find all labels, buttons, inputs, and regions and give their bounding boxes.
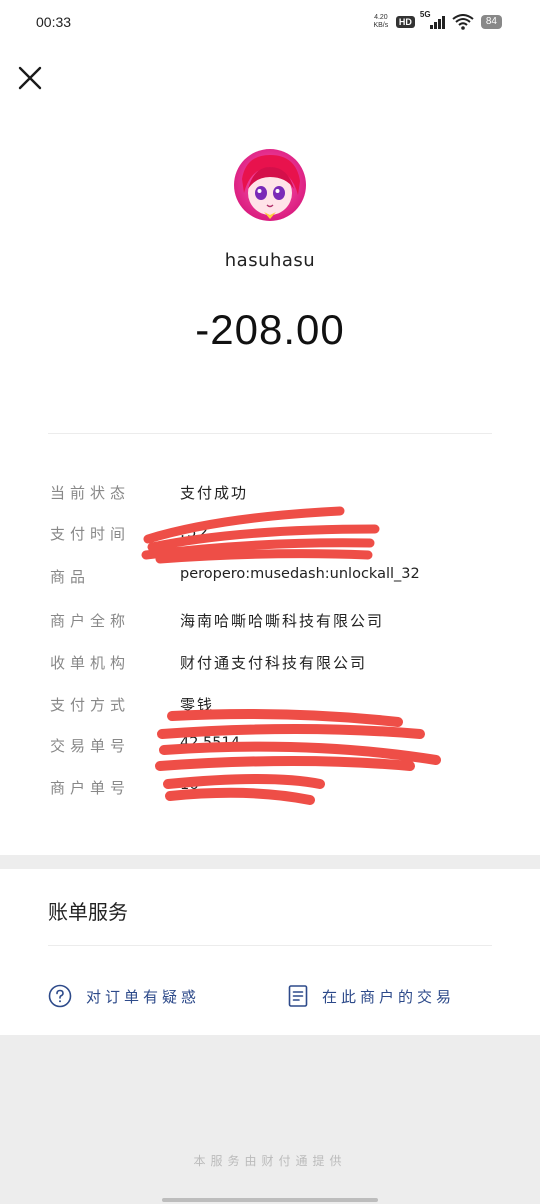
- detail-value: peropero:musedash:unlockall_32: [180, 566, 420, 582]
- status-time: 00:33: [36, 14, 72, 30]
- divider: [48, 433, 492, 434]
- detail-label: 商户单号: [50, 779, 131, 797]
- battery-icon: 84: [480, 15, 502, 29]
- network-type: 5G: [419, 10, 431, 19]
- home-indicator[interactable]: [162, 1198, 378, 1202]
- detail-row-merchant-name: 商户全称 海南哈嘶哈嘶科技有限公司: [50, 604, 490, 634]
- detail-label: 收单机构: [50, 654, 131, 672]
- detail-value: 支付成功: [180, 484, 249, 502]
- network-speed: 4.20 KB/s: [373, 14, 389, 30]
- detail-label: 支付方式: [50, 696, 131, 714]
- detail-value: 海南哈嘶哈嘶科技有限公司: [180, 612, 385, 630]
- question-circle-icon: [48, 984, 72, 1008]
- divider: [48, 945, 492, 946]
- detail-row-pay-time: 支付时间 :52: [50, 517, 490, 547]
- detail-value: 16: [180, 777, 199, 793]
- close-icon: [18, 66, 42, 90]
- detail-value: 42 5514: [180, 735, 240, 751]
- detail-label: 交易单号: [50, 737, 131, 755]
- detail-value: 零钱: [180, 696, 215, 714]
- network-speed-unit: KB/s: [373, 22, 389, 29]
- merchant-transactions-link[interactable]: 在此商户的交易: [288, 981, 455, 1011]
- document-list-icon: [288, 985, 308, 1007]
- merchant-name: hasuhasu: [224, 250, 316, 271]
- detail-value: :52: [180, 523, 211, 541]
- footer-note: 本服务由财付通提供: [193, 1154, 347, 1168]
- wifi-icon: [452, 14, 474, 30]
- detail-row-pay-method: 支付方式 零钱: [50, 688, 490, 718]
- detail-label: 商户全称: [50, 612, 131, 630]
- network-speed-value: 4.20: [374, 14, 388, 21]
- bill-services-card: 账单服务 对订单有疑惑 在此商户的交易: [0, 869, 540, 1035]
- merchant-transactions-label: 在此商户的交易: [322, 987, 456, 1006]
- cellular-signal-icon: 5G: [420, 10, 445, 29]
- detail-label: 商品: [50, 568, 91, 586]
- order-question-label: 对订单有疑惑: [86, 987, 201, 1006]
- status-bar: 00:33 4.20 KB/s HD 5G 84: [0, 0, 540, 44]
- detail-value: 财付通支付科技有限公司: [180, 654, 368, 672]
- detail-row-transaction-id: 交易单号 42 5514: [50, 729, 490, 759]
- services-title: 账单服务: [48, 900, 128, 924]
- detail-label: 当前状态: [50, 484, 131, 502]
- detail-row-product: 商品 peropero:musedash:unlockall_32: [50, 560, 490, 590]
- detail-row-status: 当前状态 支付成功: [50, 476, 490, 506]
- payment-detail-card: hasuhasu -208.00 当前状态 支付成功 支付时间 :52 商品 p…: [0, 44, 540, 855]
- detail-row-merchant-order-id: 商户单号 16: [50, 771, 490, 801]
- detail-label: 支付时间: [50, 525, 131, 543]
- order-question-link[interactable]: 对订单有疑惑: [48, 981, 200, 1011]
- detail-row-acquirer: 收单机构 财付通支付科技有限公司: [50, 646, 490, 676]
- status-icons: 4.20 KB/s HD 5G 84: [373, 10, 502, 32]
- close-button[interactable]: [14, 62, 46, 94]
- payment-amount: -208.00: [195, 306, 345, 353]
- merchant-avatar: [234, 149, 306, 221]
- hd-badge: HD: [395, 16, 415, 28]
